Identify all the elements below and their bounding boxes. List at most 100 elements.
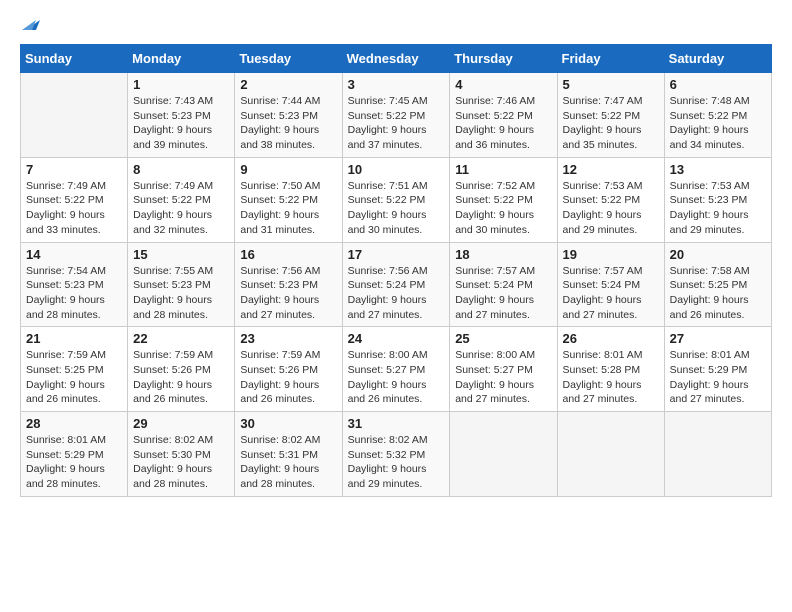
day-number: 7	[26, 162, 122, 177]
day-number: 13	[670, 162, 766, 177]
calendar-cell	[21, 73, 128, 158]
calendar-week-row: 14 Sunrise: 7:54 AM Sunset: 5:23 PM Dayli…	[21, 242, 772, 327]
weekday-header-saturday: Saturday	[664, 45, 771, 73]
cell-details: Sunrise: 7:51 AM Sunset: 5:22 PM Dayligh…	[348, 179, 445, 238]
cell-details: Sunrise: 7:46 AM Sunset: 5:22 PM Dayligh…	[455, 94, 551, 153]
calendar-cell: 25 Sunrise: 8:00 AM Sunset: 5:27 PM Dayli…	[450, 327, 557, 412]
calendar-cell: 28 Sunrise: 8:01 AM Sunset: 5:29 PM Dayli…	[21, 412, 128, 497]
cell-details: Sunrise: 7:50 AM Sunset: 5:22 PM Dayligh…	[240, 179, 336, 238]
calendar-header-row: SundayMondayTuesdayWednesdayThursdayFrid…	[21, 45, 772, 73]
day-number: 31	[348, 416, 445, 431]
weekday-header-monday: Monday	[128, 45, 235, 73]
cell-details: Sunrise: 7:54 AM Sunset: 5:23 PM Dayligh…	[26, 264, 122, 323]
day-number: 24	[348, 331, 445, 346]
day-number: 12	[563, 162, 659, 177]
cell-details: Sunrise: 8:00 AM Sunset: 5:27 PM Dayligh…	[455, 348, 551, 407]
weekday-header-tuesday: Tuesday	[235, 45, 342, 73]
day-number: 25	[455, 331, 551, 346]
calendar-cell: 4 Sunrise: 7:46 AM Sunset: 5:22 PM Daylig…	[450, 73, 557, 158]
cell-details: Sunrise: 8:01 AM Sunset: 5:29 PM Dayligh…	[26, 433, 122, 492]
calendar-cell: 21Sunrise: 7:59 AM Sunset: 5:25 PM Dayli…	[21, 327, 128, 412]
page-header	[20, 20, 772, 34]
day-number: 28	[26, 416, 122, 431]
calendar-week-row: 7 Sunrise: 7:49 AM Sunset: 5:22 PM Daylig…	[21, 157, 772, 242]
cell-details: Sunrise: 7:53 AM Sunset: 5:23 PM Dayligh…	[670, 179, 766, 238]
calendar-cell: 16 Sunrise: 7:56 AM Sunset: 5:23 PM Dayli…	[235, 242, 342, 327]
calendar-cell: 5 Sunrise: 7:47 AM Sunset: 5:22 PM Daylig…	[557, 73, 664, 158]
day-number: 2	[240, 77, 336, 92]
weekday-header-wednesday: Wednesday	[342, 45, 450, 73]
day-number: 16	[240, 247, 336, 262]
calendar-cell: 3 Sunrise: 7:45 AM Sunset: 5:22 PM Daylig…	[342, 73, 450, 158]
calendar-cell: 26 Sunrise: 8:01 AM Sunset: 5:28 PM Dayli…	[557, 327, 664, 412]
calendar-cell	[664, 412, 771, 497]
calendar-cell: 23 Sunrise: 7:59 AM Sunset: 5:26 PM Dayli…	[235, 327, 342, 412]
calendar-week-row: 28 Sunrise: 8:01 AM Sunset: 5:29 PM Dayli…	[21, 412, 772, 497]
calendar-cell: 30 Sunrise: 8:02 AM Sunset: 5:31 PM Dayli…	[235, 412, 342, 497]
day-number: 3	[348, 77, 445, 92]
day-number: 10	[348, 162, 445, 177]
day-number: 30	[240, 416, 336, 431]
cell-details: Sunrise: 8:01 AM Sunset: 5:28 PM Dayligh…	[563, 348, 659, 407]
day-number: 22	[133, 331, 229, 346]
day-number: 26	[563, 331, 659, 346]
calendar-cell: 27Sunrise: 8:01 AM Sunset: 5:29 PM Dayli…	[664, 327, 771, 412]
calendar-cell: 22Sunrise: 7:59 AM Sunset: 5:26 PM Dayli…	[128, 327, 235, 412]
calendar-cell: 15Sunrise: 7:55 AM Sunset: 5:23 PM Dayli…	[128, 242, 235, 327]
weekday-header-friday: Friday	[557, 45, 664, 73]
cell-details: Sunrise: 7:59 AM Sunset: 5:26 PM Dayligh…	[240, 348, 336, 407]
calendar-cell: 2 Sunrise: 7:44 AM Sunset: 5:23 PM Daylig…	[235, 73, 342, 158]
calendar-cell: 10 Sunrise: 7:51 AM Sunset: 5:22 PM Dayli…	[342, 157, 450, 242]
cell-details: Sunrise: 7:52 AM Sunset: 5:22 PM Dayligh…	[455, 179, 551, 238]
cell-details: Sunrise: 7:44 AM Sunset: 5:23 PM Dayligh…	[240, 94, 336, 153]
cell-details: Sunrise: 7:49 AM Sunset: 5:22 PM Dayligh…	[133, 179, 229, 238]
calendar-cell	[450, 412, 557, 497]
calendar-cell: 14 Sunrise: 7:54 AM Sunset: 5:23 PM Dayli…	[21, 242, 128, 327]
cell-details: Sunrise: 8:02 AM Sunset: 5:30 PM Dayligh…	[133, 433, 229, 492]
calendar-cell: 20Sunrise: 7:58 AM Sunset: 5:25 PM Dayli…	[664, 242, 771, 327]
day-number: 29	[133, 416, 229, 431]
weekday-header-sunday: Sunday	[21, 45, 128, 73]
calendar-cell: 12 Sunrise: 7:53 AM Sunset: 5:22 PM Dayli…	[557, 157, 664, 242]
cell-details: Sunrise: 7:53 AM Sunset: 5:22 PM Dayligh…	[563, 179, 659, 238]
day-number: 9	[240, 162, 336, 177]
day-number: 8	[133, 162, 229, 177]
day-number: 5	[563, 77, 659, 92]
calendar-table: SundayMondayTuesdayWednesdayThursdayFrid…	[20, 44, 772, 497]
calendar-cell: 31Sunrise: 8:02 AM Sunset: 5:32 PM Dayli…	[342, 412, 450, 497]
cell-details: Sunrise: 7:43 AM Sunset: 5:23 PM Dayligh…	[133, 94, 229, 153]
cell-details: Sunrise: 8:00 AM Sunset: 5:27 PM Dayligh…	[348, 348, 445, 407]
cell-details: Sunrise: 7:47 AM Sunset: 5:22 PM Dayligh…	[563, 94, 659, 153]
calendar-week-row: 21Sunrise: 7:59 AM Sunset: 5:25 PM Dayli…	[21, 327, 772, 412]
calendar-cell: 19 Sunrise: 7:57 AM Sunset: 5:24 PM Dayli…	[557, 242, 664, 327]
day-number: 4	[455, 77, 551, 92]
calendar-cell: 11 Sunrise: 7:52 AM Sunset: 5:22 PM Dayli…	[450, 157, 557, 242]
calendar-cell: 13 Sunrise: 7:53 AM Sunset: 5:23 PM Dayli…	[664, 157, 771, 242]
cell-details: Sunrise: 8:02 AM Sunset: 5:31 PM Dayligh…	[240, 433, 336, 492]
calendar-cell: 17Sunrise: 7:56 AM Sunset: 5:24 PM Dayli…	[342, 242, 450, 327]
cell-details: Sunrise: 7:57 AM Sunset: 5:24 PM Dayligh…	[455, 264, 551, 323]
day-number: 20	[670, 247, 766, 262]
day-number: 21	[26, 331, 122, 346]
calendar-cell: 24 Sunrise: 8:00 AM Sunset: 5:27 PM Dayli…	[342, 327, 450, 412]
day-number: 19	[563, 247, 659, 262]
logo-bird-icon	[22, 16, 40, 34]
day-number: 1	[133, 77, 229, 92]
day-number: 23	[240, 331, 336, 346]
calendar-cell: 7Sunrise: 7:49 AM Sunset: 5:22 PM Daylig…	[21, 157, 128, 242]
cell-details: Sunrise: 7:48 AM Sunset: 5:22 PM Dayligh…	[670, 94, 766, 153]
calendar-cell: 9 Sunrise: 7:50 AM Sunset: 5:22 PM Daylig…	[235, 157, 342, 242]
logo	[20, 20, 40, 34]
cell-details: Sunrise: 7:45 AM Sunset: 5:22 PM Dayligh…	[348, 94, 445, 153]
day-number: 11	[455, 162, 551, 177]
calendar-cell: 6Sunrise: 7:48 AM Sunset: 5:22 PM Daylig…	[664, 73, 771, 158]
calendar-week-row: 1 Sunrise: 7:43 AM Sunset: 5:23 PM Daylig…	[21, 73, 772, 158]
calendar-cell: 8 Sunrise: 7:49 AM Sunset: 5:22 PM Daylig…	[128, 157, 235, 242]
day-number: 14	[26, 247, 122, 262]
cell-details: Sunrise: 7:57 AM Sunset: 5:24 PM Dayligh…	[563, 264, 659, 323]
day-number: 15	[133, 247, 229, 262]
cell-details: Sunrise: 7:56 AM Sunset: 5:23 PM Dayligh…	[240, 264, 336, 323]
weekday-header-thursday: Thursday	[450, 45, 557, 73]
day-number: 18	[455, 247, 551, 262]
calendar-cell: 29 Sunrise: 8:02 AM Sunset: 5:30 PM Dayli…	[128, 412, 235, 497]
